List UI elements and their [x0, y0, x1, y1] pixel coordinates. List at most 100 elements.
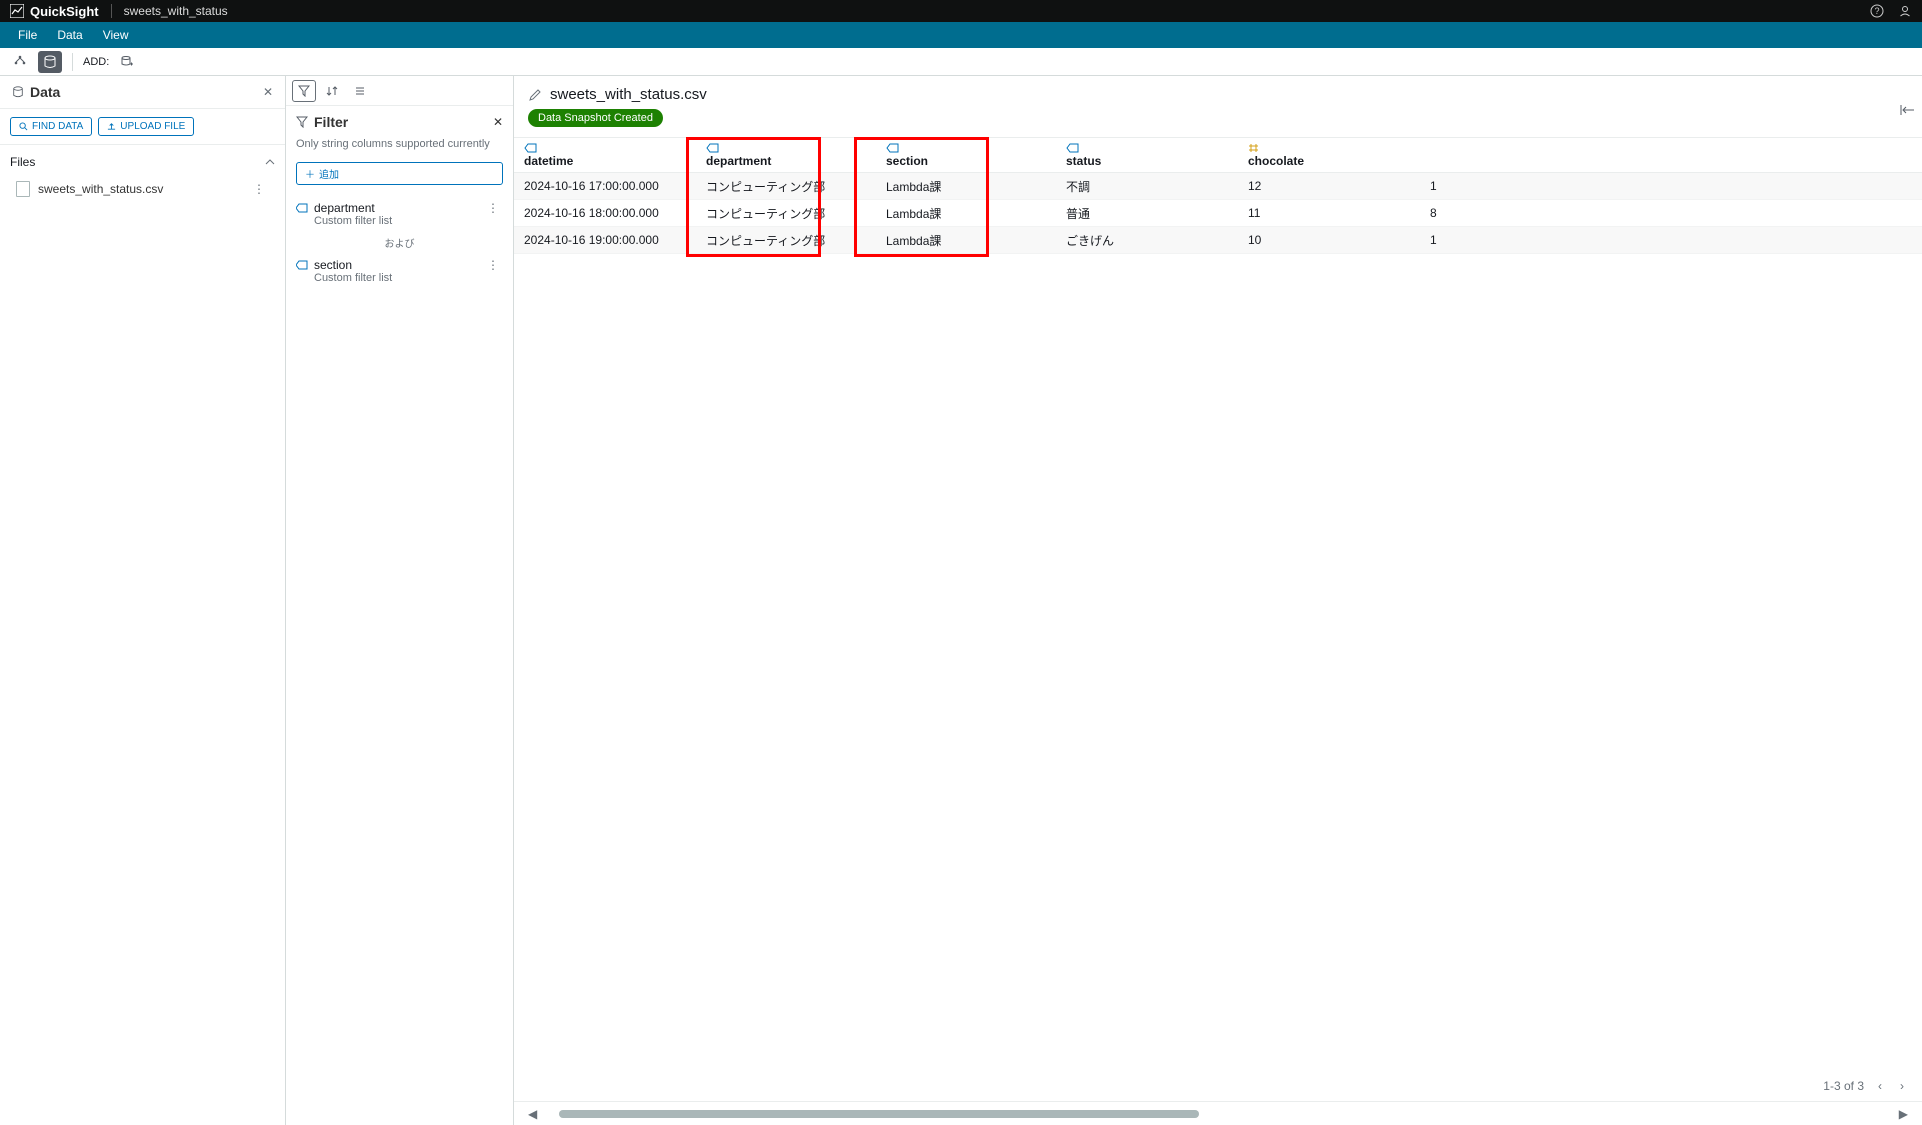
- app-logo[interactable]: QuickSight: [10, 4, 99, 19]
- quicksight-icon: [10, 4, 24, 18]
- filter-name: section: [314, 258, 483, 272]
- file-name: sweets_with_status.csv: [38, 182, 241, 196]
- filter-item-section[interactable]: section Custom filter list ⋮: [286, 252, 513, 290]
- filter-name: department: [314, 201, 483, 215]
- find-data-label: FIND DATA: [32, 121, 83, 132]
- string-type-icon: [886, 143, 1045, 153]
- column-header-department[interactable]: department: [696, 138, 876, 172]
- string-type-icon: [1066, 143, 1227, 153]
- add-dataset-button[interactable]: [115, 51, 139, 73]
- close-filter-panel[interactable]: ✕: [493, 115, 503, 129]
- menu-view[interactable]: View: [93, 28, 139, 42]
- cell-chocolate: 10: [1238, 233, 1420, 247]
- hscroll-thumb[interactable]: [559, 1110, 1199, 1118]
- filter-kebab-menu[interactable]: ⋮: [483, 201, 503, 215]
- filter-panel: Filter ✕ Only string columns supported c…: [286, 76, 514, 1125]
- filter-sub: Custom filter list: [314, 272, 483, 284]
- column-header-datetime[interactable]: datetime: [514, 138, 696, 172]
- filter-item-department[interactable]: department Custom filter list ⋮: [286, 195, 513, 233]
- find-data-button[interactable]: FIND DATA: [10, 117, 92, 136]
- pager-next-icon[interactable]: ›: [1896, 1079, 1908, 1093]
- scroll-right-icon[interactable]: ▶: [1895, 1107, 1912, 1121]
- column-header-extra[interactable]: [1420, 138, 1441, 172]
- data-table: datetime department section status: [514, 137, 1922, 254]
- cell-extra: 8: [1420, 206, 1440, 220]
- filter-conjunction: および: [286, 233, 513, 252]
- snapshot-badge: Data Snapshot Created: [528, 109, 663, 127]
- menu-data[interactable]: Data: [47, 28, 92, 42]
- svg-text:?: ?: [1874, 6, 1879, 16]
- cell-datetime: 2024-10-16 18:00:00.000: [514, 206, 696, 220]
- number-type-icon: [1248, 143, 1409, 153]
- filter-mode-button[interactable]: [292, 80, 316, 102]
- cell-chocolate: 11: [1238, 206, 1420, 220]
- filter-panel-title: Filter: [314, 114, 487, 130]
- files-section-label: Files: [10, 155, 35, 169]
- search-icon: [19, 122, 28, 131]
- upload-file-button[interactable]: UPLOAD FILE: [98, 117, 194, 136]
- app-topbar: QuickSight sweets_with_status ?: [0, 0, 1922, 22]
- cell-status: ごきげん: [1056, 232, 1238, 249]
- filter-sub: Custom filter list: [314, 215, 483, 227]
- pencil-icon[interactable]: [528, 88, 542, 102]
- list-mode-button[interactable]: [348, 80, 372, 102]
- filter-icon: [296, 116, 308, 128]
- add-label: ADD:: [83, 56, 109, 68]
- string-type-icon: [524, 143, 685, 153]
- collapse-right-icon[interactable]: [1900, 104, 1916, 116]
- topbar-divider: [111, 4, 112, 18]
- column-header-section[interactable]: section: [876, 138, 1056, 172]
- menu-file[interactable]: File: [8, 28, 47, 42]
- document-name: sweets_with_status: [124, 4, 228, 18]
- upload-file-label: UPLOAD FILE: [120, 121, 185, 132]
- column-header-status[interactable]: status: [1056, 138, 1238, 172]
- string-type-icon: [706, 143, 865, 153]
- toolbar: ADD:: [0, 48, 1922, 76]
- cell-datetime: 2024-10-16 17:00:00.000: [514, 179, 696, 193]
- filter-kebab-menu[interactable]: ⋮: [483, 258, 503, 272]
- add-filter-label: 追加: [319, 166, 339, 181]
- tag-icon: [296, 203, 308, 213]
- tree-view-button[interactable]: [8, 51, 32, 73]
- data-view-button[interactable]: [38, 51, 62, 73]
- pager-prev-icon[interactable]: ‹: [1874, 1079, 1886, 1093]
- cell-department: コンピューティング部: [696, 232, 876, 249]
- hscroll-track[interactable]: [559, 1110, 1199, 1118]
- pager: 1-3 of 3 ‹ ›: [1823, 1079, 1908, 1093]
- table-row[interactable]: 2024-10-16 18:00:00.000コンピューティング部Lambda課…: [514, 200, 1922, 227]
- cell-status: 普通: [1056, 205, 1238, 222]
- content-area: sweets_with_status.csv Data Snapshot Cre…: [514, 76, 1922, 1125]
- table-row[interactable]: 2024-10-16 19:00:00.000コンピューティング部Lambda課…: [514, 227, 1922, 254]
- cell-section: Lambda課: [876, 205, 1056, 222]
- menu-bar: File Data View: [0, 22, 1922, 48]
- scroll-left-icon[interactable]: ◀: [524, 1107, 541, 1121]
- cell-datetime: 2024-10-16 19:00:00.000: [514, 233, 696, 247]
- cell-section: Lambda課: [876, 232, 1056, 249]
- cell-extra: 1: [1420, 179, 1440, 193]
- pager-text: 1-3 of 3: [1823, 1079, 1864, 1093]
- help-icon[interactable]: ?: [1870, 4, 1884, 18]
- add-filter-button[interactable]: ＋ 追加: [296, 162, 503, 185]
- table-hscroll: ◀ ▶: [514, 1101, 1922, 1125]
- user-icon[interactable]: [1898, 4, 1912, 18]
- database-icon: [12, 86, 24, 98]
- cell-section: Lambda課: [876, 178, 1056, 195]
- sort-mode-button[interactable]: [320, 80, 344, 102]
- cell-status: 不調: [1056, 178, 1238, 195]
- cell-department: コンピューティング部: [696, 178, 876, 195]
- data-panel-title: Data: [30, 84, 60, 100]
- app-name: QuickSight: [30, 4, 99, 19]
- data-panel: Data ✕ FIND DATA UPLOAD FILE Files: [0, 76, 286, 1125]
- table-row[interactable]: 2024-10-16 17:00:00.000コンピューティング部Lambda課…: [514, 173, 1922, 200]
- collapse-files-icon[interactable]: [265, 159, 275, 165]
- file-icon: [16, 181, 30, 197]
- file-kebab-menu[interactable]: ⋮: [249, 182, 269, 196]
- cell-department: コンピューティング部: [696, 205, 876, 222]
- column-header-chocolate[interactable]: chocolate: [1238, 138, 1420, 172]
- close-data-panel[interactable]: ✕: [263, 85, 273, 99]
- cell-chocolate: 12: [1238, 179, 1420, 193]
- upload-icon: [107, 122, 116, 131]
- content-title: sweets_with_status.csv: [550, 86, 707, 103]
- cell-extra: 1: [1420, 233, 1440, 247]
- file-item[interactable]: sweets_with_status.csv ⋮: [10, 173, 275, 205]
